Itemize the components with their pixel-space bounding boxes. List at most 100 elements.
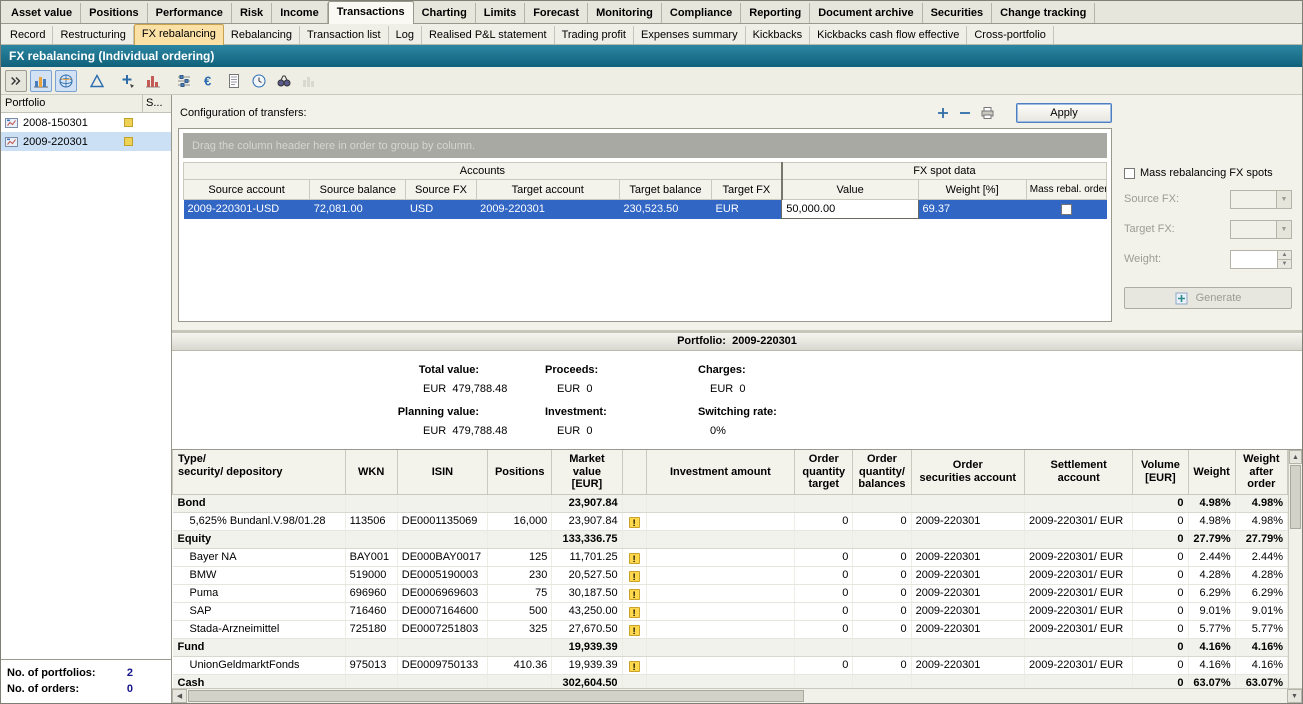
portfolio-item[interactable]: 2009-220301 bbox=[1, 132, 171, 151]
column-header[interactable]: Source FX bbox=[406, 180, 476, 200]
column-header[interactable]: ISIN bbox=[397, 450, 487, 494]
main-tab[interactable]: Asset value bbox=[3, 3, 81, 23]
column-header[interactable]: Order securities account bbox=[911, 450, 1024, 494]
binoculars-icon[interactable] bbox=[273, 70, 295, 92]
print-icon[interactable] bbox=[976, 103, 998, 123]
position-row[interactable]: 5,625% Bundanl.V.98/01.28 113506 DE00011… bbox=[173, 512, 1288, 530]
column-header[interactable]: Type/ security/ depository bbox=[173, 450, 346, 494]
main-tab[interactable]: Document archive bbox=[810, 3, 922, 23]
cell-order-securities-account bbox=[911, 494, 1024, 512]
column-header[interactable]: Volume [EUR] bbox=[1133, 450, 1188, 494]
position-row[interactable]: Puma 696960 DE0006969603 75 30,187.50 ! … bbox=[173, 584, 1288, 602]
main-tab[interactable]: Charting bbox=[414, 3, 476, 23]
count-value: 0 bbox=[127, 683, 133, 695]
clock-icon[interactable] bbox=[248, 70, 270, 92]
horizontal-scroll-thumb[interactable] bbox=[188, 690, 804, 702]
sub-tab[interactable]: Realised P&L statement bbox=[422, 26, 555, 44]
sub-tab[interactable]: Kickbacks cash flow effective bbox=[810, 26, 967, 44]
sub-tab[interactable]: Restructuring bbox=[53, 26, 133, 44]
column-header[interactable]: Target balance bbox=[619, 180, 711, 200]
main-tab[interactable]: Compliance bbox=[662, 3, 741, 23]
position-row[interactable]: Bayer NA BAY001 DE000BAY0017 125 11,701.… bbox=[173, 548, 1288, 566]
sub-tab[interactable]: Rebalancing bbox=[224, 26, 300, 44]
main-tab[interactable]: Securities bbox=[923, 3, 993, 23]
sub-tab[interactable]: Transaction list bbox=[300, 26, 389, 44]
status-column-header[interactable]: S... bbox=[143, 95, 171, 112]
main-tab[interactable]: Monitoring bbox=[588, 3, 662, 23]
sub-tab[interactable]: FX rebalancing bbox=[134, 24, 224, 45]
column-header[interactable]: Source account bbox=[184, 180, 310, 200]
column-header[interactable]: Investment amount bbox=[646, 450, 795, 494]
position-row[interactable]: Stada-Arzneimittel 725180 DE0007251803 3… bbox=[173, 620, 1288, 638]
position-row[interactable]: UnionGeldmarktFonds 975013 DE0009750133 … bbox=[173, 656, 1288, 674]
position-row[interactable]: Bond 23,907.84 ! bbox=[173, 494, 1288, 512]
column-header[interactable]: Mass rebal. order bbox=[1026, 180, 1106, 200]
cell-weight-after: 4.16% bbox=[1235, 638, 1287, 656]
cell-settlement-account bbox=[1024, 494, 1132, 512]
column-header[interactable]: Positions bbox=[488, 450, 552, 494]
scroll-left-icon[interactable]: ◀ bbox=[172, 689, 187, 703]
spinner-down-icon[interactable]: ▼ bbox=[1278, 259, 1291, 268]
sub-tab[interactable]: Expenses summary bbox=[634, 26, 746, 44]
horizontal-scroll-track[interactable] bbox=[187, 689, 1287, 703]
globe-icon[interactable] bbox=[55, 70, 77, 92]
vertical-scroll-thumb[interactable] bbox=[1290, 465, 1301, 529]
column-header[interactable]: Target account bbox=[476, 180, 619, 200]
add-transfer-icon[interactable] bbox=[932, 103, 954, 123]
sub-tab[interactable]: Cross-portfolio bbox=[967, 26, 1054, 44]
add-order-icon[interactable] bbox=[117, 70, 139, 92]
sub-tab[interactable]: Log bbox=[389, 26, 422, 44]
column-header[interactable]: Order quantity/ balances bbox=[853, 450, 911, 494]
main-tab[interactable]: Positions bbox=[81, 3, 148, 23]
remove-transfer-icon[interactable] bbox=[954, 103, 976, 123]
mass-rebalancing-checkbox[interactable] bbox=[1124, 168, 1135, 179]
spinner-up-icon[interactable]: ▲ bbox=[1278, 251, 1291, 259]
main-tab[interactable]: Performance bbox=[148, 3, 232, 23]
column-header[interactable]: Value bbox=[782, 180, 918, 200]
position-row[interactable]: Cash 302,604.50 ! bbox=[173, 674, 1288, 688]
position-row[interactable]: Equity 133,336.75 ! bbox=[173, 530, 1288, 548]
column-header[interactable]: Order quantity target bbox=[795, 450, 853, 494]
portfolio-column-header[interactable]: Portfolio bbox=[1, 95, 143, 112]
column-header[interactable]: Market value [EUR] bbox=[552, 450, 622, 494]
main-tab[interactable]: Reporting bbox=[741, 3, 810, 23]
horizontal-scrollbar[interactable]: ◀ ▼ bbox=[172, 688, 1302, 703]
mass-rebal-order-checkbox[interactable] bbox=[1061, 204, 1072, 215]
mass-rebalancing-row[interactable]: Mass rebalancing FX spots bbox=[1124, 167, 1292, 179]
scroll-down-icon[interactable]: ▼ bbox=[1287, 689, 1302, 703]
column-header[interactable]: WKN bbox=[345, 450, 397, 494]
column-header[interactable]: Settlement account bbox=[1024, 450, 1132, 494]
main-tab[interactable]: Income bbox=[272, 3, 328, 23]
transfer-row[interactable]: 2009-220301-USD 72,081.00 USD 2009-22030… bbox=[184, 200, 1107, 219]
expand-icon[interactable] bbox=[5, 70, 27, 92]
sub-tab[interactable]: Kickbacks bbox=[746, 26, 811, 44]
delete-chart-icon[interactable] bbox=[142, 70, 164, 92]
delta-icon[interactable] bbox=[86, 70, 108, 92]
main-tab[interactable]: Change tracking bbox=[992, 3, 1095, 23]
position-row[interactable]: Fund 19,939.39 ! bbox=[173, 638, 1288, 656]
value-editor[interactable]: 50,000.00 bbox=[782, 200, 918, 219]
column-header[interactable]: Weight after order bbox=[1235, 450, 1287, 494]
sub-tab[interactable]: Trading profit bbox=[555, 26, 634, 44]
position-row[interactable]: BMW 519000 DE0005190003 230 20,527.50 ! … bbox=[173, 566, 1288, 584]
column-header[interactable]: Weight bbox=[1188, 450, 1235, 494]
cell-volume: 0 bbox=[1133, 530, 1188, 548]
scroll-up-icon[interactable]: ▲ bbox=[1289, 450, 1302, 464]
main-tab[interactable]: Transactions bbox=[328, 1, 414, 24]
sub-tab[interactable]: Record bbox=[3, 26, 53, 44]
column-header[interactable]: Source balance bbox=[310, 180, 406, 200]
vertical-scrollbar[interactable]: ▲ bbox=[1288, 450, 1302, 688]
main-tab[interactable]: Risk bbox=[232, 3, 272, 23]
euro-icon[interactable]: € bbox=[198, 70, 220, 92]
position-row[interactable]: SAP 716460 DE0007164600 500 43,250.00 ! … bbox=[173, 602, 1288, 620]
main-tab[interactable]: Limits bbox=[476, 3, 525, 23]
column-header[interactable]: Target FX bbox=[712, 180, 782, 200]
main-tab[interactable]: Forecast bbox=[525, 3, 588, 23]
apply-button[interactable]: Apply bbox=[1016, 103, 1112, 123]
report-icon[interactable] bbox=[223, 70, 245, 92]
column-header[interactable]: Weight [%] bbox=[918, 180, 1026, 200]
sliders-icon[interactable] bbox=[173, 70, 195, 92]
portfolio-item[interactable]: 2008-150301 bbox=[1, 113, 171, 132]
chart-icon[interactable] bbox=[30, 70, 52, 92]
group-by-hint[interactable]: Drag the column header here in order to … bbox=[183, 133, 1107, 158]
